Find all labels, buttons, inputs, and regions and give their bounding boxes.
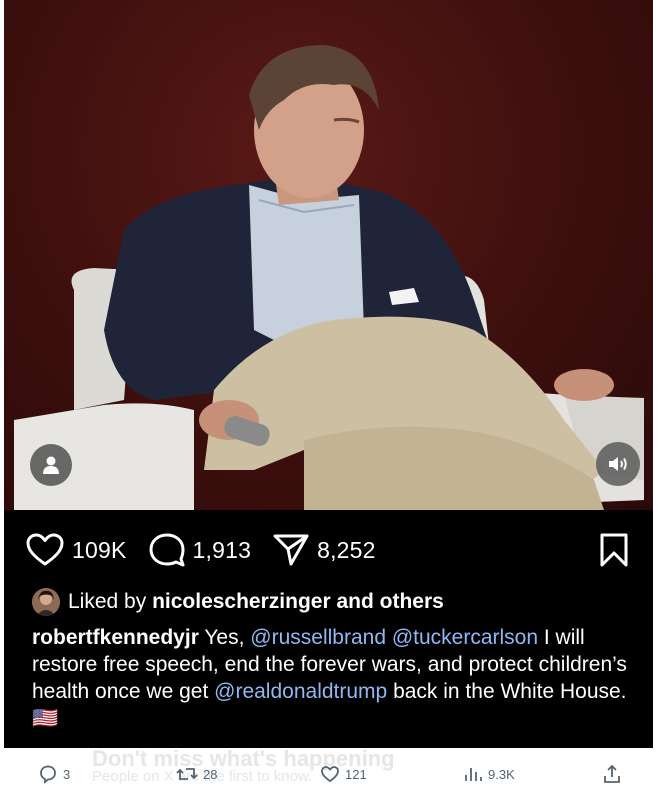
screenshot-frame: 109K 1,913 8,252 Liked by nicolescherzin… bbox=[0, 0, 657, 800]
share-icon bbox=[604, 764, 620, 783]
comment-count: 1,913 bbox=[192, 536, 252, 563]
like-count: 109K bbox=[72, 536, 127, 563]
liker-avatar[interactable] bbox=[32, 588, 60, 616]
like-button[interactable]: 109K bbox=[26, 533, 127, 567]
mention-tuckercarlson[interactable]: @tuckercarlson bbox=[392, 626, 538, 649]
x-like-count: 121 bbox=[345, 766, 367, 782]
liked-by-row: Liked by nicolescherzinger and others bbox=[32, 588, 444, 616]
share-count: 8,252 bbox=[317, 536, 376, 563]
reply-button[interactable]: 3 bbox=[38, 764, 70, 784]
mention-realdonaldtrump[interactable]: @realdonaldtrump bbox=[214, 680, 387, 703]
caption-text-1: Yes, bbox=[204, 626, 245, 649]
video-player[interactable] bbox=[4, 0, 653, 510]
repost-button[interactable]: 28 bbox=[176, 764, 217, 784]
views-count: 9.3K bbox=[488, 766, 515, 782]
liked-by-user[interactable]: nicolescherzinger bbox=[152, 590, 331, 614]
user-icon bbox=[43, 456, 59, 474]
x-like-button[interactable]: 121 bbox=[320, 764, 367, 784]
mention-russellbrand[interactable]: @russellbrand bbox=[250, 626, 386, 649]
liked-by-prefix: Liked by bbox=[68, 590, 147, 613]
post-actions: 109K 1,913 8,252 bbox=[26, 532, 398, 568]
repost-count: 28 bbox=[203, 766, 218, 782]
liked-by-others[interactable]: and others bbox=[336, 590, 443, 614]
reply-count: 3 bbox=[63, 766, 71, 782]
video-frame-image bbox=[14, 45, 644, 510]
user-tag-button[interactable] bbox=[30, 444, 72, 486]
caption-text-3: back in the White House. bbox=[393, 680, 627, 703]
bookmark-icon bbox=[600, 533, 628, 567]
send-icon bbox=[273, 534, 309, 566]
speaker-icon bbox=[609, 457, 627, 471]
share-button[interactable]: 8,252 bbox=[273, 533, 376, 567]
caption-author[interactable]: robertfkennedyjr bbox=[32, 626, 199, 649]
sound-toggle-button[interactable] bbox=[596, 442, 640, 486]
heart-outline-icon bbox=[321, 766, 339, 783]
post-info-panel: 109K 1,913 8,252 Liked by nicolescherzin… bbox=[4, 510, 653, 748]
heart-icon bbox=[26, 533, 64, 566]
repost-icon bbox=[176, 768, 198, 780]
views-button[interactable]: 9.3K bbox=[463, 764, 515, 784]
flag-emoji: 🇺🇸 bbox=[32, 707, 59, 730]
reply-icon bbox=[40, 765, 56, 784]
comment-button[interactable]: 1,913 bbox=[149, 533, 252, 567]
save-button[interactable] bbox=[596, 532, 632, 568]
post-caption: robertfkennedyjr Yes, @russellbrand @tuc… bbox=[32, 624, 632, 732]
comment-icon bbox=[149, 533, 185, 567]
x-share-button[interactable] bbox=[602, 764, 622, 784]
views-icon bbox=[465, 768, 482, 781]
tweet-action-bar: Don't miss what's happening People on X … bbox=[0, 746, 657, 800]
